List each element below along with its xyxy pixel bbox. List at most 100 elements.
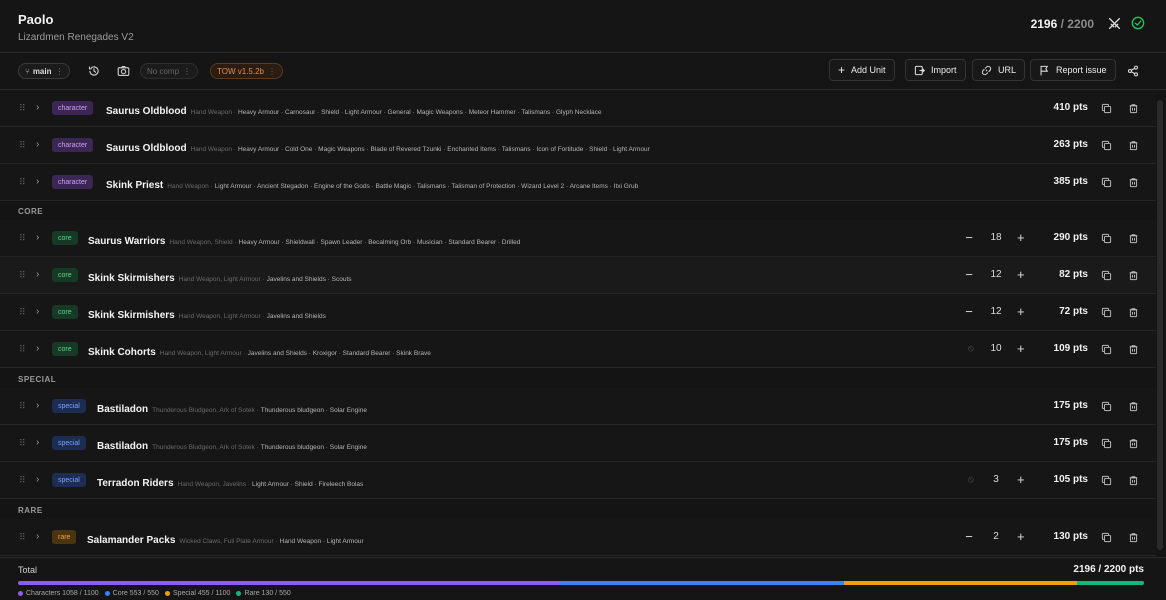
unit-row[interactable]: ⠿ › core Skink Cohorts Hand Weapon, Light Ar… [0,331,1156,368]
unit-row[interactable]: ⠿ › rare Salamander Packs Wicked Claws, Full… [0,519,1156,556]
drag-handle-icon[interactable]: ⠿ [19,103,26,114]
unit-name: Bastiladon [97,404,149,415]
unit-points: 175 pts [1053,400,1088,411]
unit-name: Skink Cohorts [88,347,156,358]
unit-name: Saurus Oldblood [106,143,187,154]
duplicate-icon[interactable] [1099,399,1113,413]
unit-points: 130 pts [1053,531,1088,542]
unit-row[interactable]: ⠿ › special Bastiladon Thunderous Bludgeon, … [0,425,1156,462]
share-icon[interactable] [1126,64,1140,78]
duplicate-icon[interactable] [1099,342,1113,356]
drag-handle-icon[interactable]: ⠿ [19,438,26,449]
chevron-right-icon[interactable]: › [36,232,39,243]
delete-icon[interactable] [1126,342,1140,356]
drag-handle-icon[interactable]: ⠿ [19,401,26,412]
unit-row[interactable]: ⠿ › special Terradon Riders Hand Weapon, Jav… [0,462,1156,499]
drag-handle-icon[interactable]: ⠿ [19,140,26,151]
increase-quantity-button[interactable]: + [1017,472,1025,487]
unit-default-equipment: Hand Weapon, Light Armour · [159,350,246,357]
delete-icon[interactable] [1126,231,1140,245]
drag-handle-icon[interactable]: ⠿ [19,475,26,486]
duplicate-icon[interactable] [1099,305,1113,319]
unit-row[interactable]: ⠿ › core Saurus Warriors Hand Weapon, Shield… [0,220,1156,257]
drag-handle-icon[interactable]: ⠿ [19,344,26,355]
increase-quantity-button[interactable]: + [1017,230,1025,245]
chevron-right-icon[interactable]: › [36,474,39,485]
chevron-right-icon[interactable]: › [36,306,39,317]
chevron-right-icon[interactable]: › [36,400,39,411]
total-label: Total [18,565,38,575]
unit-default-equipment: Hand Weapon, Shield · [169,239,237,246]
unit-row[interactable]: ⠿ › special Bastiladon Thunderous Bludgeon, … [0,388,1156,425]
delete-icon[interactable] [1126,473,1140,487]
chevron-right-icon[interactable]: › [36,343,39,354]
decrease-disabled-icon: ⦸ [968,474,974,484]
unit-row[interactable]: ⠿ › core Skink Skirmishers Hand Weapon, Ligh… [0,294,1156,331]
drag-handle-icon[interactable]: ⠿ [19,307,26,318]
history-icon[interactable] [87,64,101,78]
unit-row[interactable]: ⠿ › character Skink Priest Hand Weapon · Ligh… [0,164,1156,201]
unit-default-equipment: Hand Weapon · [190,146,236,153]
increase-quantity-button[interactable]: + [1017,529,1025,544]
unit-row[interactable]: ⠿ › character Saurus Oldblood Hand Weapon · H… [0,127,1156,164]
delete-icon[interactable] [1126,305,1140,319]
chevron-right-icon[interactable]: › [36,102,39,113]
unit-options: Heavy Armour · Carnosaur · Shield · Ligh… [237,109,602,116]
delete-icon[interactable] [1126,138,1140,152]
chevron-right-icon[interactable]: › [36,176,39,187]
legend-dot-icon [18,590,23,596]
delete-icon[interactable] [1126,436,1140,450]
unit-points: 175 pts [1053,437,1088,448]
category-badge: character [52,138,94,152]
url-label: URL [998,65,1017,75]
unit-quantity: 3 [993,474,999,485]
duplicate-icon[interactable] [1099,436,1113,450]
decrease-quantity-button[interactable]: − [964,267,974,282]
unit-name: Skink Skirmishers [88,310,175,321]
duplicate-icon[interactable] [1099,101,1113,115]
duplicate-icon[interactable] [1099,268,1113,282]
delete-icon[interactable] [1126,399,1140,413]
unit-options: Thunderous bludgeon · Solar Engine [260,444,367,451]
unit-quantity: 12 [990,306,1002,317]
delete-icon[interactable] [1126,175,1140,189]
decrease-quantity-button[interactable]: − [964,230,974,245]
increase-quantity-button[interactable]: + [1017,341,1025,356]
unit-row[interactable]: ⠿ › character Saurus Oldblood Hand Weapon · H… [0,90,1156,127]
drag-handle-icon[interactable]: ⠿ [19,532,26,543]
unit-row[interactable]: ⠿ › core Skink Skirmishers Hand Weapon, Ligh… [0,257,1156,294]
comp-selector[interactable]: No comp ⋮ [140,63,199,79]
decrease-quantity-button[interactable]: − [964,529,974,544]
camera-icon[interactable] [116,64,130,78]
chevron-right-icon[interactable]: › [36,531,39,542]
drag-handle-icon[interactable]: ⠿ [19,270,26,281]
increase-quantity-button[interactable]: + [1017,267,1025,282]
duplicate-icon[interactable] [1099,231,1113,245]
delete-icon[interactable] [1126,268,1140,282]
crossed-swords-icon[interactable] [1106,15,1122,31]
import-button[interactable]: Import [905,59,966,81]
increase-quantity-button[interactable]: + [1017,304,1025,319]
report-issue-button[interactable]: Report issue [1030,59,1116,81]
version-selector[interactable]: TOW v1.5.2b ⋮ [210,63,283,79]
delete-icon[interactable] [1126,530,1140,544]
chevron-right-icon[interactable]: › [36,269,39,280]
url-button[interactable]: URL [972,59,1026,81]
decrease-quantity-button[interactable]: − [964,304,974,319]
duplicate-icon[interactable] [1099,473,1113,487]
category-badge: rare [52,530,77,544]
duplicate-icon[interactable] [1099,530,1113,544]
delete-icon[interactable] [1126,101,1140,115]
scrollbar[interactable] [1157,100,1163,550]
duplicate-icon[interactable] [1099,175,1113,189]
duplicate-icon[interactable] [1099,138,1113,152]
chevron-right-icon[interactable]: › [36,139,39,150]
chevron-right-icon[interactable]: › [36,437,39,448]
add-unit-button[interactable]: + Add Unit [829,59,895,81]
branch-selector[interactable]: ⑂ main ⋮ [18,63,71,79]
drag-handle-icon[interactable]: ⠿ [19,233,26,244]
unit-points: 105 pts [1053,474,1088,485]
list-title[interactable]: Paolo [18,12,53,27]
unit-default-equipment: Thunderous Bludgeon, Ark of Sotek · [152,407,259,414]
drag-handle-icon[interactable]: ⠿ [19,177,26,188]
